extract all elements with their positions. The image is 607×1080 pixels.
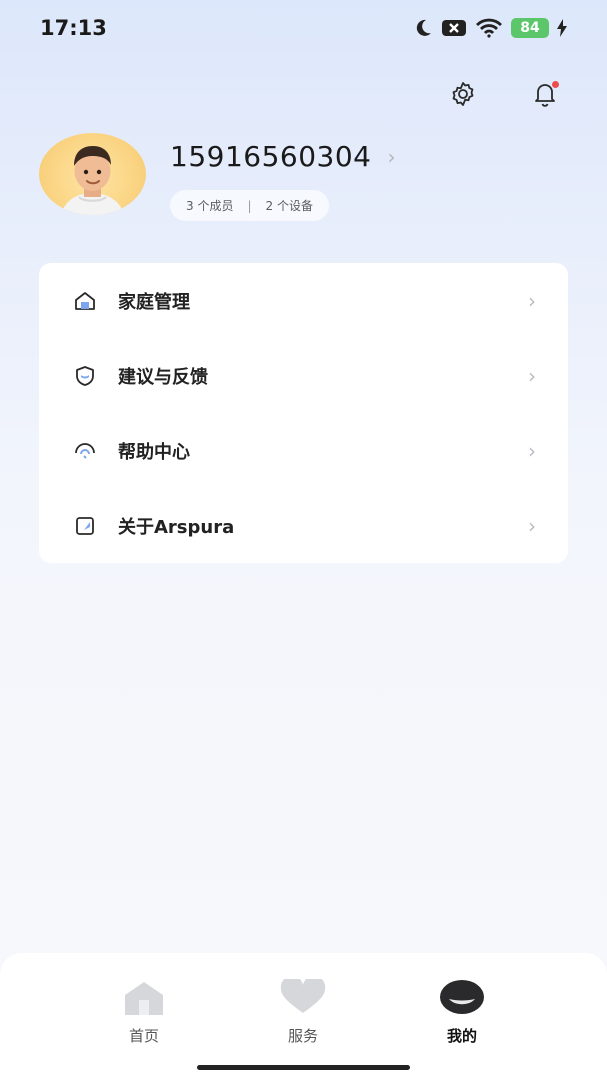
heart-tab-icon: [279, 977, 327, 1017]
menu-item-family-management[interactable]: 家庭管理 ›: [39, 263, 568, 338]
top-actions: [447, 78, 561, 110]
sim-off-icon: [442, 20, 466, 36]
home-icon: [75, 291, 95, 310]
notification-badge: [552, 81, 559, 88]
members-count: 3 个成员: [186, 199, 234, 213]
profile-row[interactable]: 15916560304 ›: [170, 140, 395, 173]
shield-icon: [76, 365, 94, 386]
stats-separator: |: [247, 198, 252, 213]
menu-item-help-center[interactable]: 帮助中心 ›: [39, 413, 568, 488]
notification-button[interactable]: [529, 78, 561, 110]
status-time: 17:13: [40, 16, 107, 40]
status-icons: 84: [413, 18, 567, 38]
chevron-right-icon: ›: [528, 438, 536, 463]
tab-label: 服务: [287, 1027, 318, 1045]
tab-label: 我的: [446, 1027, 477, 1045]
menu-item-about[interactable]: 关于Arspura ›: [39, 488, 568, 563]
phone-number: 15916560304: [170, 140, 372, 173]
settings-button[interactable]: [447, 78, 479, 110]
wifi-icon: [476, 18, 502, 38]
status-bar: 17:13 84: [0, 0, 607, 60]
home-tab-icon: [120, 977, 168, 1017]
gear-icon: [452, 82, 474, 106]
charging-icon: [557, 19, 567, 37]
chevron-right-icon: ›: [387, 144, 396, 169]
moon-icon: [416, 19, 431, 36]
tab-home[interactable]: 首页: [104, 977, 184, 1046]
menu-card: 家庭管理 › 建议与反馈 › 帮助中心 › 关于Arspura ›: [39, 263, 568, 563]
tab-profile[interactable]: 我的: [422, 977, 502, 1046]
chevron-right-icon: ›: [528, 288, 536, 313]
headset-icon: [75, 442, 95, 459]
home-indicator: [197, 1065, 410, 1070]
battery-indicator: 84: [511, 18, 549, 38]
chevron-right-icon: ›: [528, 363, 536, 388]
devices-count: 2 个设备: [265, 199, 313, 213]
tab-services[interactable]: 服务: [263, 977, 343, 1046]
chevron-right-icon: ›: [528, 513, 536, 538]
menu-item-feedback[interactable]: 建议与反馈 ›: [39, 338, 568, 413]
tab-label: 首页: [128, 1027, 159, 1045]
avatar[interactable]: [39, 133, 146, 215]
menu-item-label: 建议与反馈: [118, 366, 208, 388]
menu-item-label: 家庭管理: [118, 291, 190, 313]
menu-item-label: 关于Arspura: [118, 516, 235, 538]
bottom-tab-bar: 首页 服务 我的: [0, 953, 607, 1080]
profile-tab-icon: [438, 977, 486, 1017]
avatar-illustration: [61, 146, 124, 215]
info-book-icon: [76, 516, 94, 535]
menu-item-label: 帮助中心: [118, 441, 190, 463]
family-stats-pill[interactable]: 3 个成员 | 2 个设备: [170, 190, 329, 221]
